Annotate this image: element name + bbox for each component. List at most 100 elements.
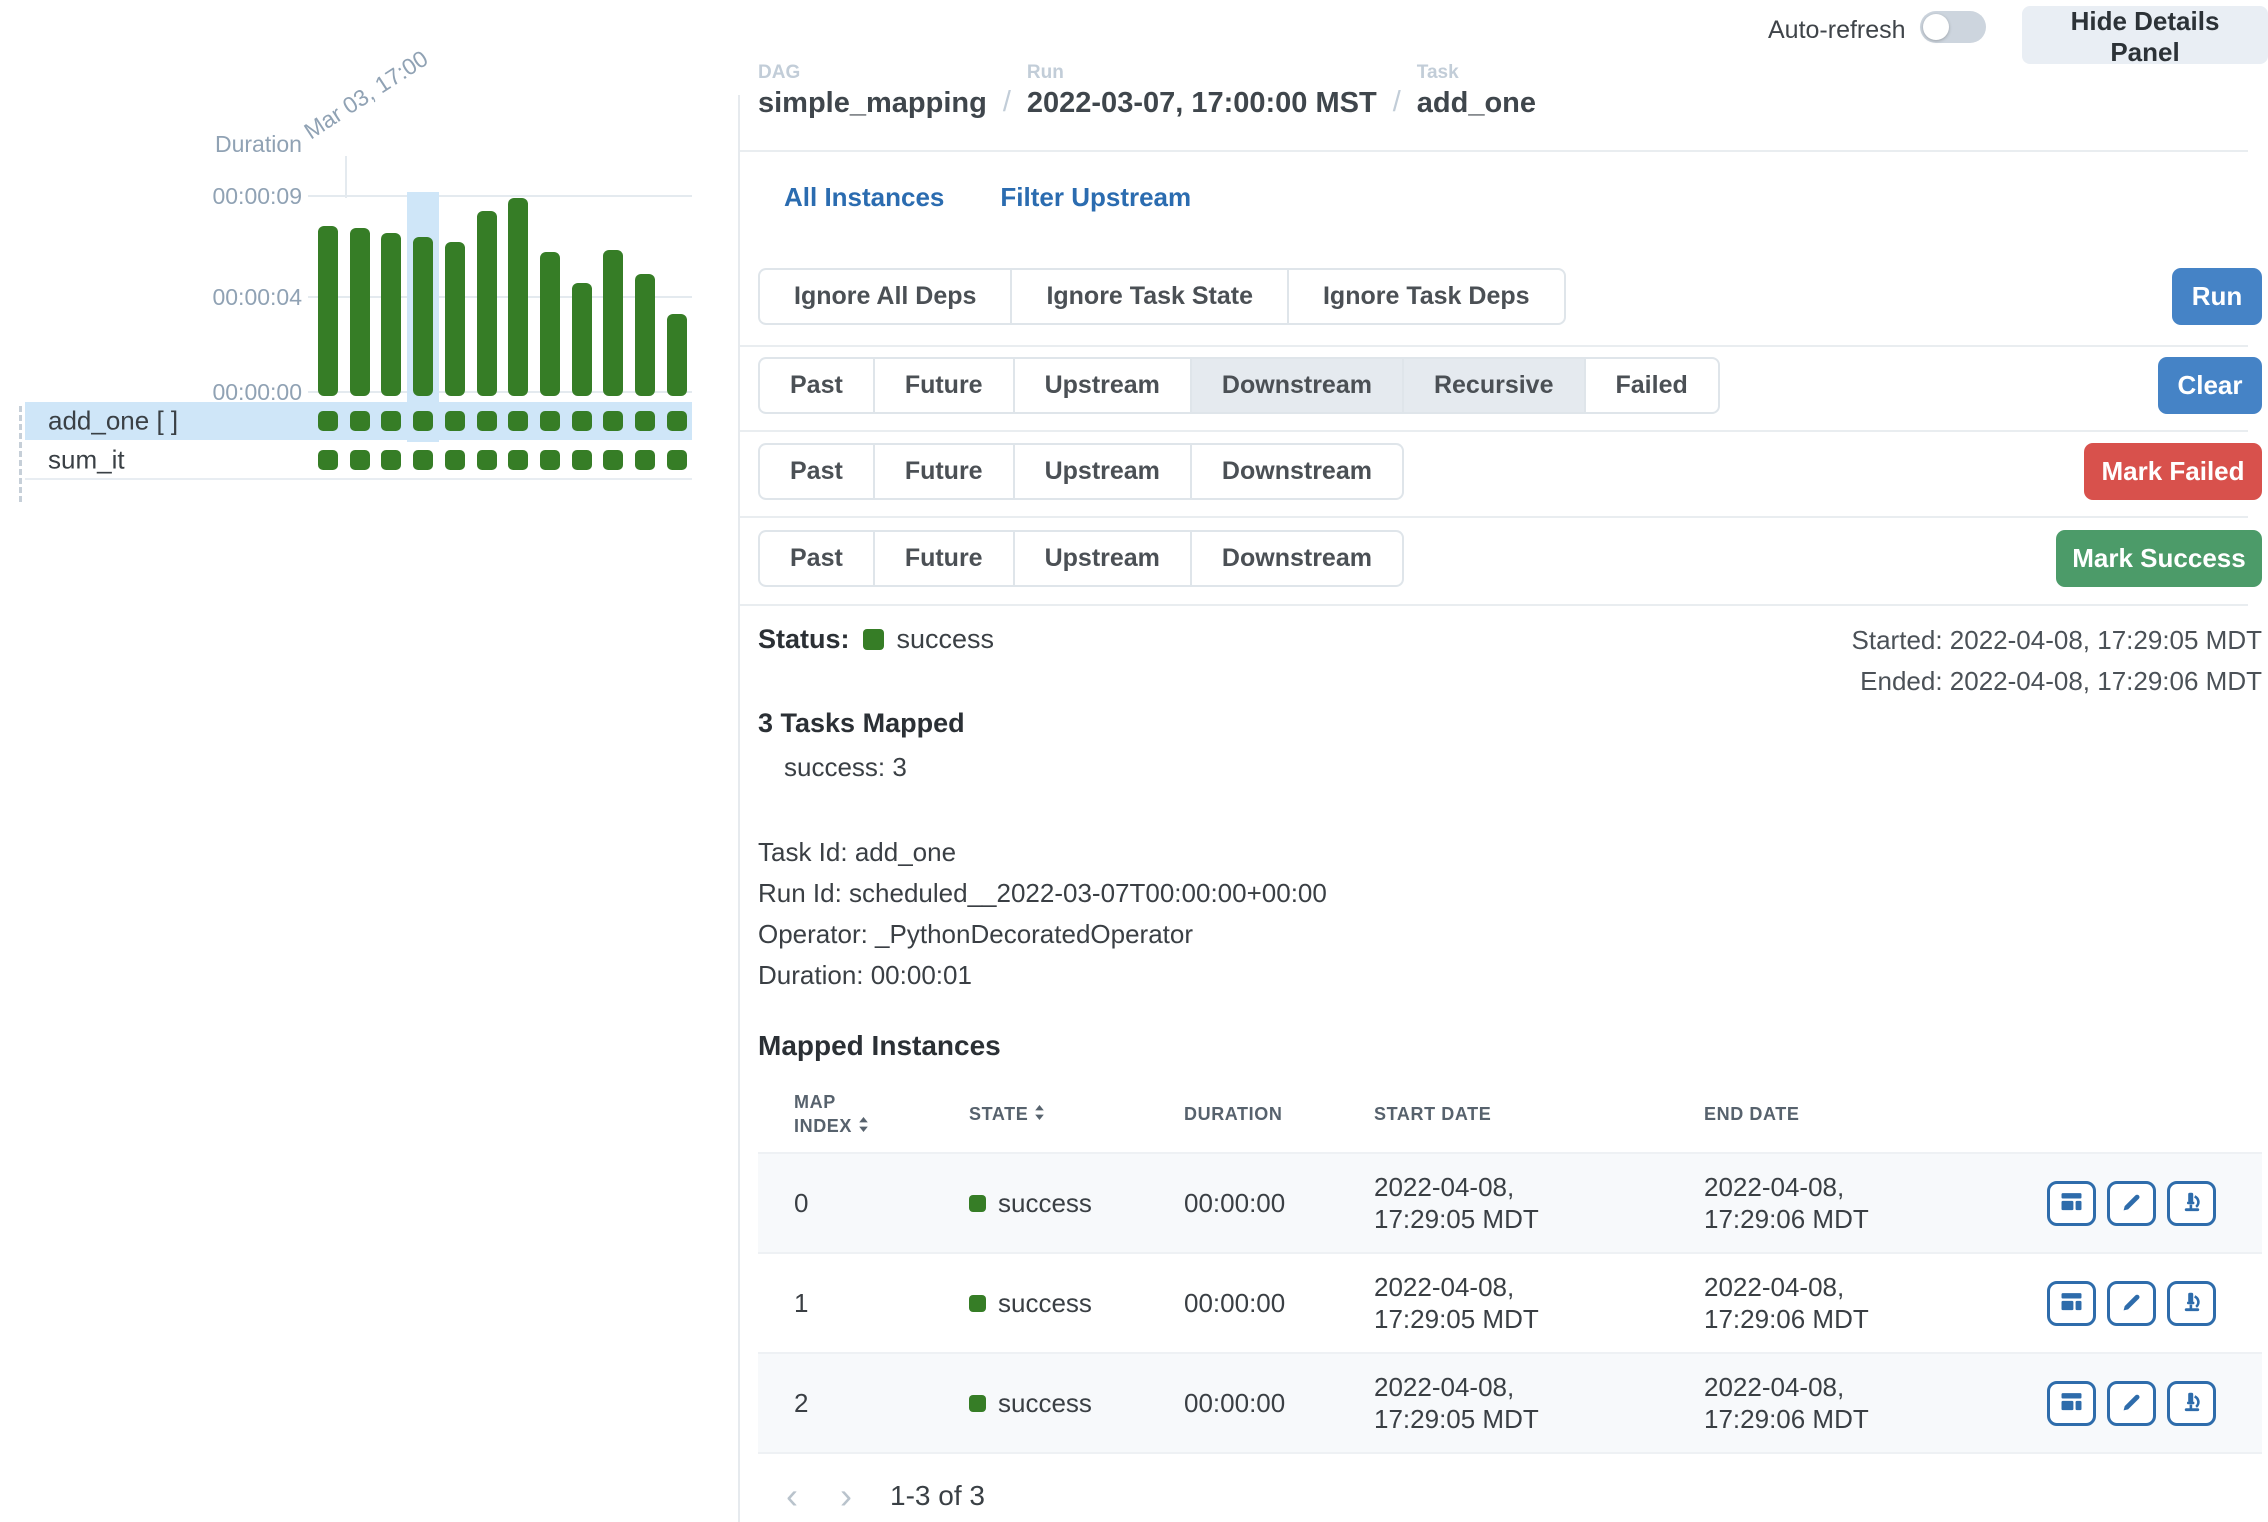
option-ignore-task-deps[interactable]: Ignore Task Deps: [1287, 268, 1566, 325]
grid-action-button[interactable]: [2047, 1181, 2096, 1226]
panel-resize-handle[interactable]: [19, 406, 22, 502]
duration-bar-8[interactable]: [572, 283, 592, 396]
task-instance-square-success[interactable]: [381, 411, 401, 431]
pencil-action-button[interactable]: [2107, 1281, 2156, 1326]
duration-bar-2[interactable]: [381, 233, 401, 396]
option-upstream[interactable]: Upstream: [1013, 357, 1192, 414]
sort-icon[interactable]: [1034, 1102, 1045, 1126]
task-instance-square-success[interactable]: [572, 411, 592, 431]
column-header-map-index[interactable]: MAP INDEX: [758, 1090, 898, 1138]
breadcrumb-dag[interactable]: DAG simple_mapping: [758, 62, 987, 120]
option-past[interactable]: Past: [758, 443, 875, 500]
task-instance-square-success[interactable]: [350, 450, 370, 470]
duration-bar-1[interactable]: [350, 228, 370, 396]
task-instance-square-success[interactable]: [381, 450, 401, 470]
duration-bar-7[interactable]: [540, 252, 560, 396]
option-ignore-task-state[interactable]: Ignore Task State: [1010, 268, 1289, 325]
mark-failed-button[interactable]: Mark Failed: [2084, 443, 2262, 500]
task-instance-square-success[interactable]: [603, 450, 623, 470]
run-button[interactable]: Run: [2172, 268, 2262, 325]
task-instance-square-success[interactable]: [445, 411, 465, 431]
task-instance-square-success[interactable]: [318, 450, 338, 470]
map-index-cell: 2: [758, 1387, 933, 1419]
option-past[interactable]: Past: [758, 357, 875, 414]
mapped-instance-row-2[interactable]: 2success00:00:002022-04-08,17:29:05 MDT2…: [758, 1352, 2262, 1452]
pencil-icon: [2122, 1192, 2142, 1215]
state-cell: success: [933, 1387, 1148, 1419]
option-downstream[interactable]: Downstream: [1190, 530, 1404, 587]
breadcrumb-separator: /: [1393, 86, 1401, 120]
duration-bar-3[interactable]: [413, 237, 433, 396]
option-upstream[interactable]: Upstream: [1013, 530, 1192, 587]
duration-bar-10[interactable]: [635, 274, 655, 396]
option-past[interactable]: Past: [758, 530, 875, 587]
task-label[interactable]: add_one [ ]: [48, 406, 178, 437]
microscope-icon: [2182, 1392, 2202, 1415]
task-instance-square-success[interactable]: [540, 450, 560, 470]
grid-action-button[interactable]: [2047, 1281, 2096, 1326]
option-downstream[interactable]: Downstream: [1190, 357, 1404, 414]
previous-page-chevron-icon[interactable]: ‹: [786, 1478, 798, 1514]
duration-bar-5[interactable]: [477, 211, 497, 396]
panel-divider: [738, 95, 740, 1522]
option-failed[interactable]: Failed: [1584, 357, 1720, 414]
task-instance-square-success[interactable]: [413, 450, 433, 470]
duration-bar-0[interactable]: [318, 226, 338, 396]
duration-bar-4[interactable]: [445, 242, 465, 396]
task-details: Task Id: add_oneRun Id: scheduled__2022-…: [758, 832, 1327, 996]
task-instance-square-success[interactable]: [667, 411, 687, 431]
option-future[interactable]: Future: [873, 357, 1015, 414]
task-row-add-one[interactable]: add_one [ ]: [25, 402, 692, 440]
breadcrumb-task[interactable]: Task add_one: [1417, 62, 1536, 120]
task-instance-square-success[interactable]: [445, 450, 465, 470]
breadcrumb-run[interactable]: Run 2022-03-07, 17:00:00 MST: [1027, 62, 1377, 120]
task-instance-square-success[interactable]: [508, 450, 528, 470]
sort-icon[interactable]: [858, 1114, 869, 1138]
task-instance-square-success[interactable]: [350, 411, 370, 431]
task-detail-line: Operator: _PythonDecoratedOperator: [758, 914, 1327, 955]
task-instance-square-success[interactable]: [635, 450, 655, 470]
task-instance-square-success[interactable]: [540, 411, 560, 431]
task-instance-square-success[interactable]: [413, 411, 433, 431]
status-value: success: [897, 624, 995, 655]
option-upstream[interactable]: Upstream: [1013, 443, 1192, 500]
task-instance-square-success[interactable]: [477, 450, 497, 470]
clear-button[interactable]: Clear: [2158, 357, 2262, 414]
mapped-instance-row-0[interactable]: 0success00:00:002022-04-08,17:29:05 MDT2…: [758, 1152, 2262, 1252]
grid-action-button[interactable]: [2047, 1381, 2096, 1426]
pencil-action-button[interactable]: [2107, 1181, 2156, 1226]
filter-upstream-link[interactable]: Filter Upstream: [1000, 182, 1191, 213]
task-label[interactable]: sum_it: [48, 445, 125, 476]
microscope-action-button[interactable]: [2167, 1181, 2216, 1226]
task-instance-square-success[interactable]: [508, 411, 528, 431]
task-instance-square-success[interactable]: [603, 411, 623, 431]
microscope-action-button[interactable]: [2167, 1281, 2216, 1326]
duration-bar-9[interactable]: [603, 250, 623, 396]
auto-refresh-toggle[interactable]: [1920, 11, 1986, 43]
task-instance-square-success[interactable]: [572, 450, 592, 470]
column-header-state[interactable]: STATE: [933, 1102, 1148, 1126]
task-row-sum-it[interactable]: sum_it: [25, 442, 692, 480]
next-page-chevron-icon[interactable]: ›: [840, 1478, 852, 1514]
option-ignore-all-deps[interactable]: Ignore All Deps: [758, 268, 1012, 325]
option-future[interactable]: Future: [873, 530, 1015, 587]
duration-bar-11[interactable]: [667, 314, 687, 396]
breadcrumb-value[interactable]: 2022-03-07, 17:00:00 MST: [1027, 87, 1377, 120]
microscope-action-button[interactable]: [2167, 1381, 2216, 1426]
mapped-instance-row-1[interactable]: 1success00:00:002022-04-08,17:29:05 MDT2…: [758, 1252, 2262, 1352]
pencil-action-button[interactable]: [2107, 1381, 2156, 1426]
mark-success-button[interactable]: Mark Success: [2056, 530, 2262, 587]
breadcrumb-value[interactable]: add_one: [1417, 87, 1536, 120]
option-recursive[interactable]: Recursive: [1402, 357, 1586, 414]
task-instance-square-success[interactable]: [667, 450, 687, 470]
breadcrumb-value[interactable]: simple_mapping: [758, 87, 987, 120]
hide-details-panel-button[interactable]: Hide Details Panel: [2022, 6, 2268, 64]
option-downstream[interactable]: Downstream: [1190, 443, 1404, 500]
y-tick: 00:00:09: [140, 183, 302, 210]
task-instance-square-success[interactable]: [635, 411, 655, 431]
option-future[interactable]: Future: [873, 443, 1015, 500]
all-instances-link[interactable]: All Instances: [784, 182, 944, 213]
task-instance-square-success[interactable]: [477, 411, 497, 431]
duration-bar-6[interactable]: [508, 198, 528, 396]
task-instance-square-success[interactable]: [318, 411, 338, 431]
